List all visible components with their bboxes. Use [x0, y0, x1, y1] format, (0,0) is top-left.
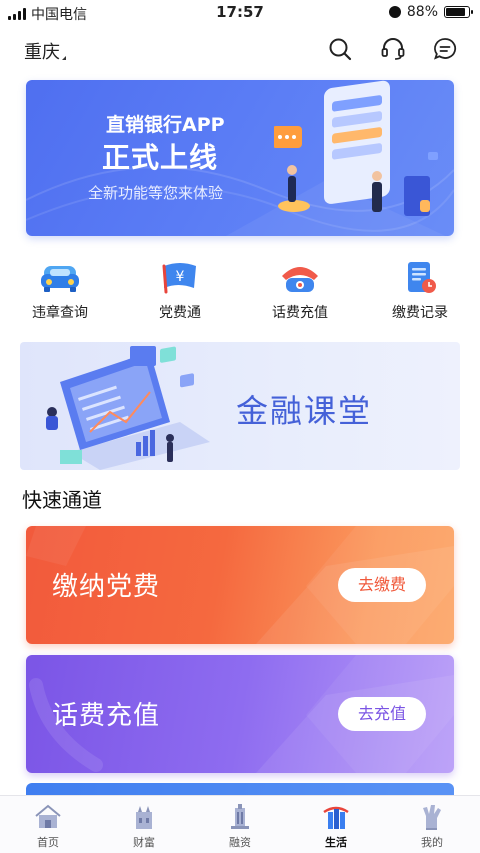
app-header: 重庆	[0, 28, 480, 72]
banner-tagline: 全新功能等您来体验	[88, 184, 224, 202]
customer-service-icon[interactable]	[380, 36, 406, 62]
channel-name: 缴纳党费	[52, 572, 161, 602]
city-name: 重庆	[24, 42, 60, 63]
banner-title: 正式上线	[102, 141, 219, 174]
phone-topup-card[interactable]: 话费充值 去充值	[26, 655, 454, 773]
finance-icon	[225, 802, 255, 832]
quick-action-phone-topup[interactable]: 话费充值	[240, 256, 360, 326]
tab-label: 融资	[229, 836, 251, 849]
section-title: 快速通道	[22, 488, 102, 512]
profile-icon	[417, 802, 447, 832]
pay-party-fee-card[interactable]: 缴纳党费 去缴费	[26, 526, 454, 644]
tab-profile[interactable]: 我的	[384, 796, 480, 853]
quick-action-violation-query[interactable]: 违章查询	[0, 256, 120, 326]
laptop-chart-illustration	[46, 346, 210, 470]
battery-icon	[444, 6, 473, 18]
tab-label: 财富	[133, 836, 155, 849]
tab-home[interactable]: 首页	[0, 796, 96, 853]
tab-financing[interactable]: 融资	[192, 796, 288, 853]
life-icon	[321, 802, 351, 832]
tab-wealth[interactable]: 财富	[96, 796, 192, 853]
city-selector[interactable]: 重庆	[24, 38, 66, 64]
telephone-icon	[278, 260, 322, 296]
message-icon[interactable]	[432, 36, 458, 62]
dropdown-indicator-icon	[62, 56, 66, 60]
record-clock-icon	[398, 260, 442, 296]
car-icon	[38, 260, 82, 296]
quick-actions: 违章查询 ¥ 党费通 话费充值 缴费记录	[0, 256, 480, 326]
tab-label: 生活	[325, 836, 347, 849]
quick-action-party-fee[interactable]: ¥ 党费通	[120, 256, 240, 326]
promo-banner[interactable]: 直销银行APP 正式上线 全新功能等您来体验	[26, 80, 454, 236]
quick-action-payment-records[interactable]: 缴费记录	[360, 256, 480, 326]
channel-name: 话费充值	[52, 701, 161, 731]
banner-subtitle: 直销银行APP	[106, 114, 225, 136]
svg-text:¥: ¥	[176, 269, 185, 285]
tab-label: 首页	[37, 836, 59, 849]
quick-action-label: 话费充值	[272, 305, 328, 321]
finance-classroom-banner[interactable]: 金融课堂	[20, 342, 460, 470]
quick-action-label: 党费通	[159, 305, 201, 321]
go-topup-button[interactable]: 去充值	[338, 697, 426, 731]
finance-classroom-title: 金融课堂	[236, 392, 373, 430]
search-icon[interactable]	[327, 36, 353, 62]
tab-label: 我的	[421, 836, 443, 849]
quick-action-label: 违章查询	[32, 305, 88, 321]
wealth-icon	[129, 802, 159, 832]
home-icon	[33, 802, 63, 832]
go-pay-button[interactable]: 去缴费	[338, 568, 426, 602]
battery-percent: 88%	[406, 4, 438, 20]
flag-yen-icon: ¥	[158, 260, 202, 296]
tab-life[interactable]: 生活	[288, 796, 384, 853]
bottom-tab-bar: 首页 财富 融资 生活 我的	[0, 795, 480, 853]
status-bar: 中国电信 17:57 88%	[0, 0, 480, 26]
quick-action-label: 缴费记录	[392, 305, 448, 321]
alarm-icon	[388, 6, 401, 18]
phone-illustration	[274, 80, 438, 216]
screen: 中国电信 17:57 88% 重庆 直销银行APP 正式上线 全新功能等您来体验…	[0, 0, 480, 853]
